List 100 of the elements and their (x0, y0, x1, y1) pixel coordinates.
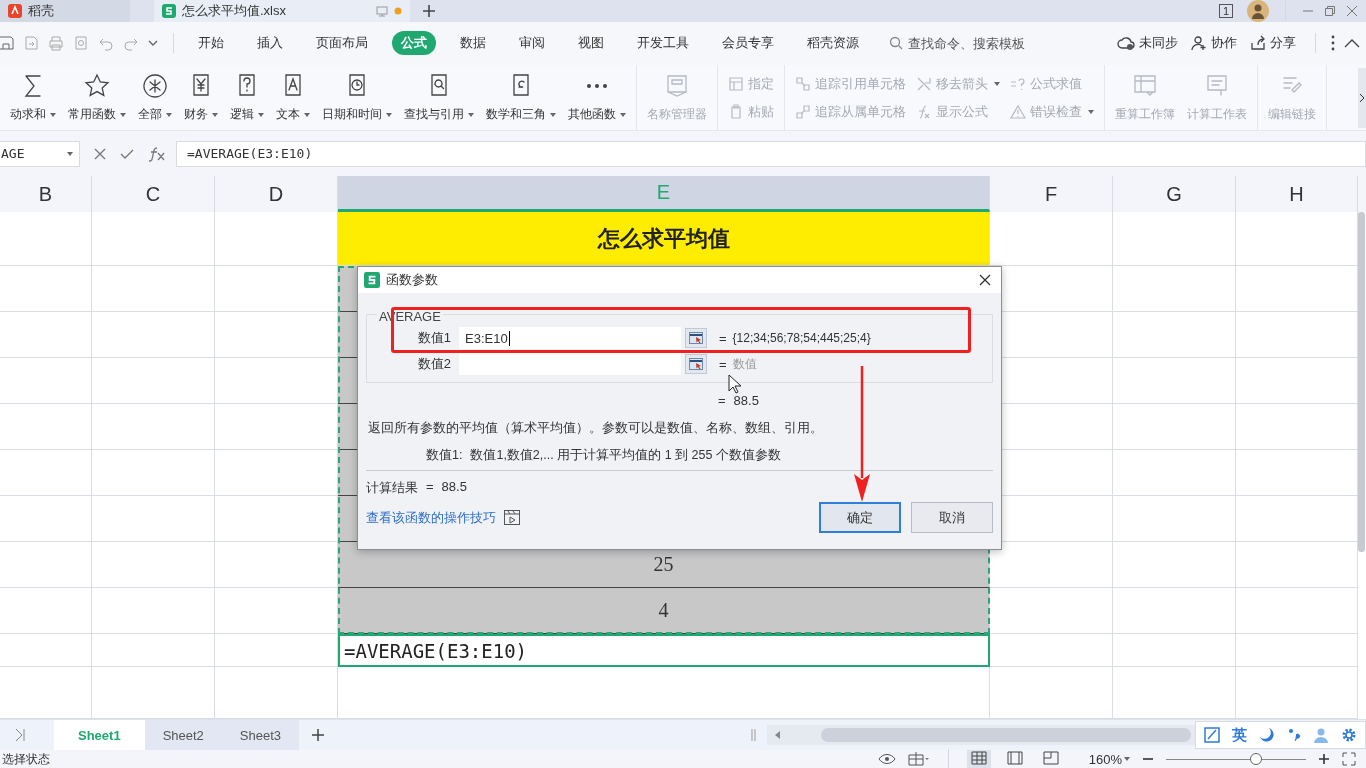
new-tab-icon[interactable] (422, 4, 436, 18)
slider-thumb[interactable] (1249, 753, 1262, 765)
ribbon-button[interactable]: 动求和 (4, 72, 62, 124)
remove-icon (916, 75, 932, 92)
export-icon[interactable] (23, 35, 39, 52)
argument-label: 数值1 (416, 329, 452, 347)
ribbon-tab[interactable]: 页面布局 (307, 31, 377, 56)
checkbox-icon[interactable] (1204, 727, 1220, 743)
fullscreen-icon[interactable] (1342, 752, 1356, 766)
ribbon-tab[interactable]: 数据 (451, 31, 495, 56)
last-sheet-icon[interactable] (14, 728, 26, 742)
vertical-scrollbar[interactable] (1358, 212, 1365, 552)
caret-icon (1124, 757, 1130, 761)
more-options-icon[interactable] (1331, 35, 1335, 52)
title-cell: 怎么求平均值 (338, 212, 990, 266)
dialog-title: 函数参数 (386, 271, 438, 289)
function-icon[interactable] (148, 145, 166, 162)
column-header[interactable]: C (92, 176, 215, 212)
ribbon-button[interactable]: 查找与引用 (398, 72, 480, 124)
collapse-icon[interactable] (1344, 38, 1360, 49)
toolbar-action[interactable]: 分享 (1250, 34, 1296, 53)
window-count[interactable]: 1 (1218, 4, 1233, 18)
sheet-tab[interactable]: Sheet3 (221, 720, 300, 750)
eye-icon[interactable] (877, 753, 896, 765)
dependents-icon (795, 103, 811, 120)
command-search-field[interactable]: 查找命令、搜索模板 (889, 34, 1050, 52)
argument-field[interactable]: E3:E10 (459, 327, 681, 349)
zoom-in-icon[interactable] (1318, 753, 1330, 765)
cancel-icon[interactable] (94, 147, 106, 160)
argument-result: {12;34;56;78;54;445;25;4} (732, 331, 871, 345)
function-description: 返回所有参数的平均值（算术平均值）。参数可以是数值、名称、数组、引用。 (368, 420, 824, 437)
argument-result: 数值 (732, 355, 757, 373)
confirm-icon[interactable] (120, 147, 134, 160)
ribbon-button[interactable]: 数学和三角 (480, 72, 562, 124)
ribbon-tab[interactable]: 开发工具 (628, 31, 698, 56)
user-add-icon (1191, 35, 1207, 52)
user-icon[interactable] (1313, 727, 1329, 743)
table-cell: 4 (338, 588, 990, 634)
ribbon-tab[interactable]: 开始 (189, 31, 233, 56)
split-handle-icon[interactable] (751, 729, 757, 741)
toolbar-action[interactable]: 未同步 (1117, 34, 1178, 53)
dialog-button[interactable]: 确定 (819, 502, 901, 533)
status-text: 选择状态 (2, 750, 50, 768)
punctuation-icon[interactable] (1287, 727, 1301, 743)
precedents-icon (795, 75, 811, 92)
toolbar-action[interactable]: 协作 (1191, 34, 1237, 53)
ribbon-tab[interactable]: 插入 (248, 31, 292, 56)
search-icon (889, 36, 903, 51)
errors-icon (1010, 103, 1026, 120)
spreadsheet-logo-icon (364, 272, 380, 288)
horizontal-scrollbar[interactable] (767, 725, 1195, 745)
video-icon[interactable] (504, 510, 520, 525)
ribbon-button[interactable]: 逻辑 (224, 72, 270, 124)
ribbon-button[interactable]: 全部 (132, 72, 178, 124)
sheet-tab[interactable]: Sheet2 (144, 720, 222, 750)
column-header[interactable]: F (990, 176, 1113, 212)
result-label: 计算结果 (366, 479, 418, 497)
column-header[interactable]: G (1113, 176, 1236, 212)
docer-logo-icon (8, 4, 22, 18)
avatar-icon[interactable] (1247, 0, 1269, 22)
ribbon-tab[interactable]: 视图 (569, 31, 613, 56)
function-value: 88.5 (733, 393, 759, 408)
argument-help-label: 数值1: (426, 447, 463, 464)
ribbon-tab[interactable]: 会员专享 (713, 31, 783, 56)
add-sheet-icon[interactable] (311, 728, 326, 742)
document-tab[interactable]: 稻壳 (0, 0, 130, 22)
help-link[interactable]: 查看该函数的操作技巧 (366, 508, 496, 527)
input-language[interactable]: 英 (1232, 725, 1247, 745)
table-icon[interactable] (907, 752, 930, 766)
argument-field[interactable] (459, 353, 681, 375)
document-tab[interactable]: 怎么求平均值.xlsx (154, 0, 410, 22)
result-value: 88.5 (441, 479, 467, 496)
dialog-button[interactable]: 取消 (911, 502, 993, 533)
ribbon-button[interactable]: 常用函数 (62, 72, 132, 124)
formula-field[interactable]: =AVERAGE(E3:E10) (176, 140, 1366, 167)
column-header[interactable]: H (1236, 176, 1358, 212)
ribbon-button[interactable]: 财务 (178, 72, 224, 124)
zoom-level[interactable]: 160% (1088, 751, 1130, 767)
scroll-left-icon[interactable] (775, 731, 781, 739)
ribbon-button[interactable]: 文本 (270, 72, 316, 124)
range-picker-button[interactable] (685, 354, 707, 374)
cloud-icon (1117, 36, 1135, 51)
ribbon-button[interactable]: 其他函数 (562, 72, 632, 124)
ribbon-button[interactable]: 日期和时间 (316, 72, 398, 124)
moon-icon[interactable] (1259, 727, 1275, 743)
equals-sign: = (719, 356, 727, 372)
close-icon[interactable] (979, 274, 991, 286)
spreadsheet-logo-icon (162, 4, 176, 18)
paste-icon (728, 103, 744, 120)
settings-icon[interactable] (1341, 727, 1357, 743)
ribbon-tab[interactable]: 审阅 (510, 31, 554, 56)
range-picker-button[interactable] (685, 328, 707, 348)
ribbon-tab[interactable]: 稻壳资源 (798, 31, 868, 56)
name-box[interactable]: AGE (0, 140, 80, 167)
save-icon[interactable] (0, 36, 14, 51)
show-icon (916, 103, 932, 120)
maximize-icon[interactable] (1324, 5, 1336, 17)
unsaved-dot-icon (394, 7, 402, 15)
caret-icon (67, 151, 73, 156)
column-header[interactable]: B (0, 176, 92, 212)
